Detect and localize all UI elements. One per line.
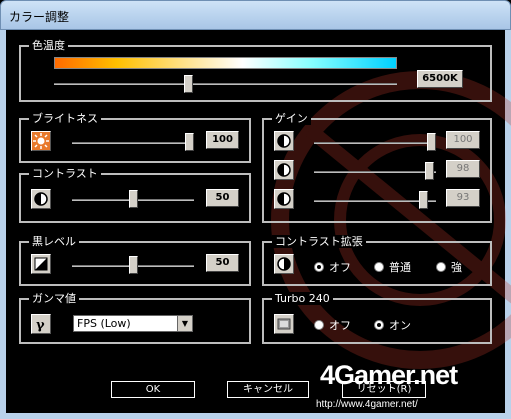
gamma-icon[interactable]: γ (31, 314, 51, 334)
gamma-selected-value: FPS (Low) (77, 317, 131, 330)
black-level-label: 黒レベル (29, 235, 79, 248)
gain-label: ゲイン (272, 112, 311, 125)
turbo-option-off[interactable]: オフ (314, 317, 351, 333)
radio-button[interactable] (374, 320, 384, 330)
watermark-url: http://www.4gamer.net/ (316, 398, 488, 412)
radio-button[interactable] (436, 262, 446, 272)
radio-button[interactable] (374, 262, 384, 272)
window-title: カラー調整 (9, 10, 70, 24)
gain-track (314, 200, 436, 202)
gain-slider[interactable] (419, 191, 429, 209)
black-level-icon[interactable] (31, 254, 51, 274)
radio-button[interactable] (314, 320, 324, 330)
contrast-slider[interactable] (128, 190, 138, 208)
radio-label: オン (389, 319, 411, 332)
brightness-track (72, 142, 194, 144)
contrast-label: コントラスト (29, 167, 101, 180)
ok-button[interactable]: OK (111, 381, 195, 398)
contrast-ext-option-strong[interactable]: 強 (436, 259, 462, 275)
radio-button[interactable] (314, 262, 324, 272)
contrast-icon[interactable] (31, 189, 51, 209)
radio-label: 普通 (389, 261, 411, 274)
gain-channel-icon[interactable] (274, 160, 294, 180)
gain-track (314, 142, 436, 144)
color-temp-label: 色温度 (29, 39, 68, 52)
radio-label: オフ (329, 261, 351, 274)
gain-slider[interactable] (427, 133, 436, 151)
black-level-value: 50 (206, 254, 239, 272)
brightness-label: ブライトネス (29, 112, 101, 125)
contrast-ext-label: コントラスト拡張 (272, 235, 366, 248)
contrast-value: 50 (206, 189, 239, 207)
svg-text:γ: γ (36, 318, 45, 333)
contrast-ext-option-normal[interactable]: 普通 (374, 259, 411, 275)
title-bar: カラー調整 (0, 0, 511, 30)
gain-slider[interactable] (424, 162, 434, 180)
brightness-sun-icon[interactable] (31, 131, 51, 151)
radio-label: 強 (451, 261, 462, 274)
chevron-down-icon[interactable]: ▼ (177, 316, 192, 331)
turbo-option-on[interactable]: オン (374, 317, 411, 333)
radio-label: オフ (329, 319, 351, 332)
brightness-slider[interactable] (185, 133, 194, 151)
color-temp-value: 6500K (417, 70, 463, 88)
black-level-slider[interactable] (128, 256, 138, 274)
turbo-icon[interactable] (274, 314, 294, 334)
gain-channel-icon[interactable] (274, 189, 294, 209)
contrast-ext-icon[interactable] (274, 254, 294, 274)
color-temp-slider[interactable] (184, 75, 194, 93)
brightness-value: 100 (206, 131, 239, 149)
gamma-select[interactable]: FPS (Low) ▼ (73, 315, 193, 332)
contrast-ext-option-off[interactable]: オフ (314, 259, 351, 275)
gain-channel-icon[interactable] (274, 131, 294, 151)
color-temp-gradient (54, 57, 397, 69)
cancel-button[interactable]: キャンセル (227, 381, 309, 398)
color-temp-track (54, 83, 397, 85)
gain-value: 93 (446, 189, 480, 207)
turbo-label: Turbo 240 (272, 292, 333, 305)
gain-value: 98 (446, 160, 480, 178)
gain-track (314, 171, 436, 173)
gain-value: 100 (446, 131, 480, 149)
watermark-logo: 4Gamer.net (320, 360, 458, 390)
gamma-label: ガンマ値 (29, 292, 79, 305)
